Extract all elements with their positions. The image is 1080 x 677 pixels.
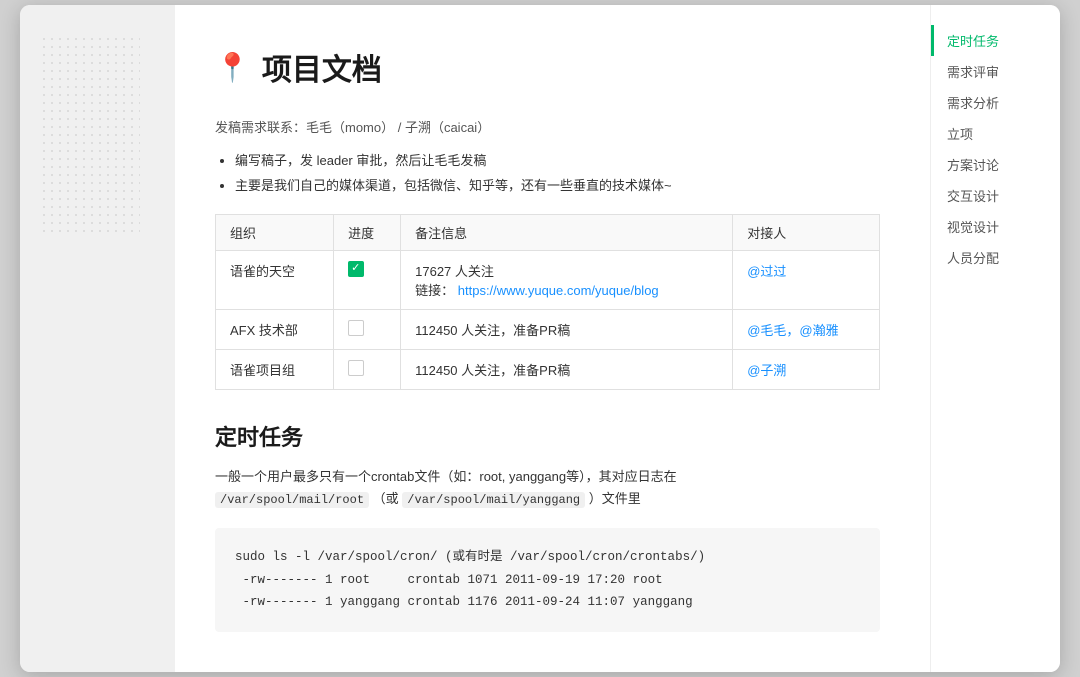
sidebar-right-item-1[interactable]: 需求评审 [931, 56, 1060, 87]
table-row: 语雀项目组 112450 人关注，准备PR稿 @子溯 [216, 350, 880, 390]
dot-pattern-decoration [40, 35, 140, 235]
main-content: 📍 项目文档 发稿需求联系：毛毛（momo） / 子溯（caicai） 编写稿子… [175, 5, 930, 672]
col-header-org: 组织 [216, 215, 334, 251]
checkbox-checked[interactable] [348, 261, 364, 277]
sidebar-right-item-2[interactable]: 需求分析 [931, 87, 1060, 118]
sidebar-right-item-0[interactable]: 定时任务 [931, 25, 1060, 56]
row2-progress [334, 310, 401, 350]
row1-note: 17627 人关注 链接： https://www.yuque.com/yuqu… [401, 251, 733, 310]
section-description: 一般一个用户最多只有一个crontab文件（如：root, yanggang等）… [215, 466, 880, 510]
table-row: AFX 技术部 112450 人关注，准备PR稿 @毛毛，@瀚雅 [216, 310, 880, 350]
row1-contact-name: @过过 [747, 264, 786, 279]
app-window: 📍 项目文档 发稿需求联系：毛毛（momo） / 子溯（caicai） 编写稿子… [20, 5, 1060, 672]
sidebar-right-item-5[interactable]: 交互设计 [931, 180, 1060, 211]
sidebar-left [20, 5, 175, 672]
col-header-note: 备注信息 [401, 215, 733, 251]
section-inline-code-1: /var/spool/mail/root [215, 492, 369, 508]
sidebar-right: 定时任务 需求评审 需求分析 立项 方案讨论 交互设计 视觉设计 人员分配 [930, 5, 1060, 672]
sidebar-right-item-6[interactable]: 视觉设计 [931, 211, 1060, 242]
row1-org: 语雀的天空 [216, 251, 334, 310]
row3-org: 语雀项目组 [216, 350, 334, 390]
checkbox-empty[interactable] [348, 320, 364, 336]
code-block: sudo ls -l /var/spool/cron/ (或有时是 /var/s… [215, 528, 880, 632]
row1-note-line1: 17627 人关注 [415, 264, 494, 279]
page-title: 项目文档 [262, 45, 382, 89]
bullet-item-1: 编写稿子，发 leader 审批，然后让毛毛发稿 [235, 150, 880, 169]
row2-note: 112450 人关注，准备PR稿 [401, 310, 733, 350]
sidebar-right-item-7[interactable]: 人员分配 [931, 242, 1060, 273]
row1-contact: @过过 [733, 251, 880, 310]
row3-contact-name: @子溯 [747, 363, 786, 378]
subtitle-text: 发稿需求联系：毛毛（momo） / 子溯（caicai） [215, 117, 880, 136]
section-desc-or: （或 [373, 491, 399, 506]
row2-org: AFX 技术部 [216, 310, 334, 350]
bullet-item-2: 主要是我们自己的媒体渠道，包括微信、知乎等，还有一些垂直的技术媒体~ [235, 175, 880, 194]
page-title-section: 📍 项目文档 [215, 45, 880, 89]
sidebar-right-item-4[interactable]: 方案讨论 [931, 149, 1060, 180]
col-header-contact: 对接人 [733, 215, 880, 251]
table-header-row: 组织 进度 备注信息 对接人 [216, 215, 880, 251]
pin-icon: 📍 [215, 51, 250, 84]
row3-note: 112450 人关注，准备PR稿 [401, 350, 733, 390]
row2-contact-name: @毛毛，@瀚雅 [747, 323, 838, 338]
section-desc-line1: 一般一个用户最多只有一个crontab文件（如：root, yanggang等）… [215, 469, 677, 484]
sidebar-right-item-3[interactable]: 立项 [931, 118, 1060, 149]
section-title: 定时任务 [215, 420, 880, 452]
bullet-list: 编写稿子，发 leader 审批，然后让毛毛发稿 主要是我们自己的媒体渠道，包括… [235, 150, 880, 194]
section-inline-code-2: /var/spool/mail/yanggang [402, 492, 585, 508]
org-table: 组织 进度 备注信息 对接人 语雀的天空 17627 人关注 链接： ht [215, 214, 880, 390]
row2-contact: @毛毛，@瀚雅 [733, 310, 880, 350]
table-row: 语雀的天空 17627 人关注 链接： https://www.yuque.co… [216, 251, 880, 310]
checkbox-empty-2[interactable] [348, 360, 364, 376]
row1-link[interactable]: https://www.yuque.com/yuque/blog [458, 283, 659, 298]
row3-progress [334, 350, 401, 390]
row3-contact: @子溯 [733, 350, 880, 390]
col-header-progress: 进度 [334, 215, 401, 251]
row1-progress [334, 251, 401, 310]
row1-note-prefix: 链接： [415, 283, 454, 298]
section-desc-suffix: ）文件里 [589, 491, 641, 506]
